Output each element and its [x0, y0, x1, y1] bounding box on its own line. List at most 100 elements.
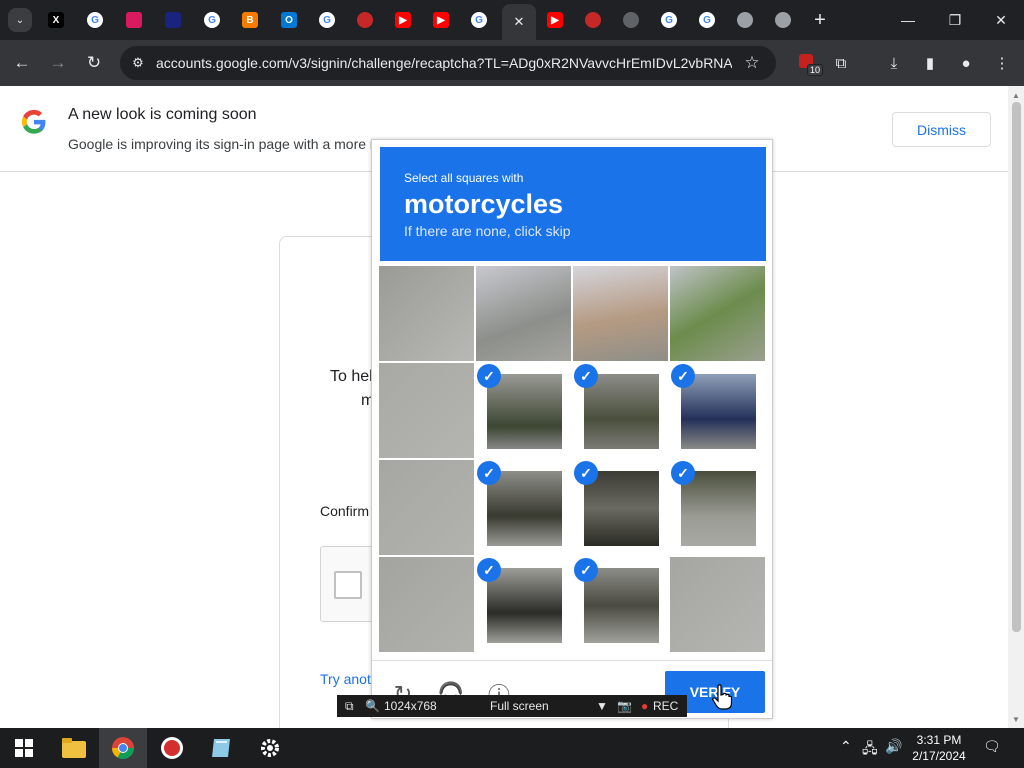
- menu-dots-icon[interactable]: ⋮: [991, 52, 1013, 74]
- recorder-window-icon[interactable]: ⧉: [345, 699, 354, 714]
- scroll-up-arrow-icon[interactable]: ▲: [1008, 88, 1024, 102]
- app-icon: [126, 12, 142, 28]
- browser-tab[interactable]: G: [464, 6, 494, 34]
- back-button[interactable]: ←: [10, 51, 34, 75]
- scrollbar-thumb[interactable]: [1012, 102, 1021, 632]
- captcha-tile[interactable]: [573, 266, 668, 361]
- captcha-tile-image: [681, 374, 756, 449]
- checkmark-icon: ✓: [671, 364, 695, 388]
- browser-tab[interactable]: O: [274, 6, 304, 34]
- browser-tab[interactable]: [730, 6, 760, 34]
- notifications-icon[interactable]: 🗨: [983, 738, 1001, 755]
- browser-tab[interactable]: G: [312, 6, 342, 34]
- captcha-tile-image: [379, 460, 474, 555]
- recorder-rec-label[interactable]: REC: [653, 699, 678, 713]
- browser-tab[interactable]: [158, 6, 188, 34]
- captcha-tile[interactable]: [379, 363, 474, 458]
- captcha-tile[interactable]: [379, 460, 474, 555]
- captcha-tile-image: [487, 471, 562, 546]
- captcha-tile-image: [681, 471, 756, 546]
- browser-tab[interactable]: X: [41, 6, 71, 34]
- browser-tab[interactable]: G: [654, 6, 684, 34]
- captcha-tile[interactable]: ✓: [476, 557, 571, 652]
- restore-button[interactable]: ❐: [932, 0, 978, 40]
- captcha-tile[interactable]: ✓: [573, 557, 668, 652]
- dismiss-button[interactable]: Dismiss: [892, 112, 991, 147]
- captcha-tile-image: [379, 363, 474, 458]
- captcha-tile[interactable]: ✓: [670, 363, 765, 458]
- bookmark-star-icon[interactable]: ☆: [732, 53, 772, 73]
- browser-tab[interactable]: [119, 6, 149, 34]
- recorder-resolution: 1024x768: [384, 699, 437, 713]
- extensions-puzzle-icon[interactable]: ⧉: [830, 52, 852, 74]
- captcha-tile[interactable]: [670, 557, 765, 652]
- captcha-tile[interactable]: ✓: [573, 460, 668, 555]
- try-another-way-link[interactable]: Try anot: [320, 671, 371, 687]
- recorder-mode[interactable]: Full screen: [490, 699, 549, 713]
- tab-search-button[interactable]: ⌄: [8, 8, 32, 32]
- google-icon: G: [471, 12, 487, 28]
- side-panel-icon[interactable]: ▮: [919, 52, 941, 74]
- clock-date: 2/17/2024: [912, 749, 966, 763]
- page-scrollbar[interactable]: ▲ ▼: [1008, 86, 1024, 728]
- browser-tab[interactable]: ▶: [388, 6, 418, 34]
- hand-cursor-icon: [712, 684, 732, 710]
- recorder-camera-icon[interactable]: 📷: [617, 699, 632, 713]
- extension-badge-count: 10: [806, 64, 823, 76]
- checkmark-icon: ✓: [477, 364, 501, 388]
- new-tab-button[interactable]: +: [808, 8, 832, 32]
- site-settings-icon[interactable]: ⚙: [120, 55, 156, 71]
- taskbar-clock[interactable]: 3:31 PM 2/17/2024: [900, 732, 978, 764]
- browser-tab[interactable]: [768, 6, 798, 34]
- url-text[interactable]: accounts.google.com/v3/signin/challenge/…: [156, 55, 732, 71]
- chrome-icon: [775, 12, 791, 28]
- show-hidden-icons-icon[interactable]: ⌃: [840, 738, 852, 755]
- recorder-taskbar-icon[interactable]: [148, 728, 196, 768]
- browser-tab[interactable]: G: [197, 6, 227, 34]
- settings-gear-icon[interactable]: [246, 728, 294, 768]
- captcha-tile[interactable]: ✓: [573, 363, 668, 458]
- extension-icon[interactable]: 10: [797, 52, 823, 76]
- windows-start-icon[interactable]: [0, 728, 48, 768]
- captcha-tile[interactable]: [379, 557, 474, 652]
- browser-tab[interactable]: G: [80, 6, 110, 34]
- address-bar[interactable]: ⚙ accounts.google.com/v3/signin/challeng…: [120, 46, 776, 80]
- captcha-tile-image: [487, 374, 562, 449]
- chrome-taskbar-icon[interactable]: [99, 728, 147, 768]
- google-logo-icon: [21, 109, 46, 134]
- forward-button[interactable]: →: [46, 51, 70, 75]
- file-explorer-icon[interactable]: [50, 728, 98, 768]
- challenge-instruction: Select all squares with: [404, 171, 524, 185]
- minimize-button[interactable]: —: [885, 0, 931, 40]
- browser-tab[interactable]: G: [692, 6, 722, 34]
- recaptcha-checkbox[interactable]: [334, 571, 362, 599]
- clock-time: 3:31 PM: [916, 733, 962, 747]
- captcha-tile[interactable]: ✓: [476, 363, 571, 458]
- checkmark-icon: ✓: [477, 461, 501, 485]
- profile-avatar-icon[interactable]: ●: [955, 52, 977, 74]
- captcha-tile[interactable]: [670, 266, 765, 361]
- captcha-tile[interactable]: [379, 266, 474, 361]
- captcha-tile[interactable]: [476, 266, 571, 361]
- browser-tab[interactable]: [578, 6, 608, 34]
- browser-tab[interactable]: B: [235, 6, 265, 34]
- recorder-zoom-icon[interactable]: 🔍: [365, 699, 380, 713]
- captcha-tile[interactable]: ✓: [670, 460, 765, 555]
- download-icon[interactable]: ⤓: [883, 52, 905, 74]
- recorder-dropdown-icon[interactable]: ▼: [596, 699, 608, 713]
- reload-button[interactable]: ↻: [82, 51, 106, 75]
- browser-tab[interactable]: [616, 6, 646, 34]
- scroll-down-arrow-icon[interactable]: ▼: [1008, 712, 1024, 726]
- network-icon[interactable]: 🖧: [862, 738, 878, 762]
- captcha-tile-image: [584, 568, 659, 643]
- challenge-object: motorcycles: [404, 189, 564, 219]
- captcha-tile[interactable]: ✓: [476, 460, 571, 555]
- browser-tab[interactable]: ▶: [540, 6, 570, 34]
- browser-tab[interactable]: [350, 6, 380, 34]
- browser-tab[interactable]: ▶: [426, 6, 456, 34]
- banner-text: Google is improving its sign-in page wit…: [68, 136, 382, 152]
- close-window-button[interactable]: ✕: [978, 0, 1024, 40]
- browser-tab[interactable]: ✕: [502, 4, 536, 40]
- notes-app-icon[interactable]: [197, 728, 245, 768]
- google-icon: G: [699, 12, 715, 28]
